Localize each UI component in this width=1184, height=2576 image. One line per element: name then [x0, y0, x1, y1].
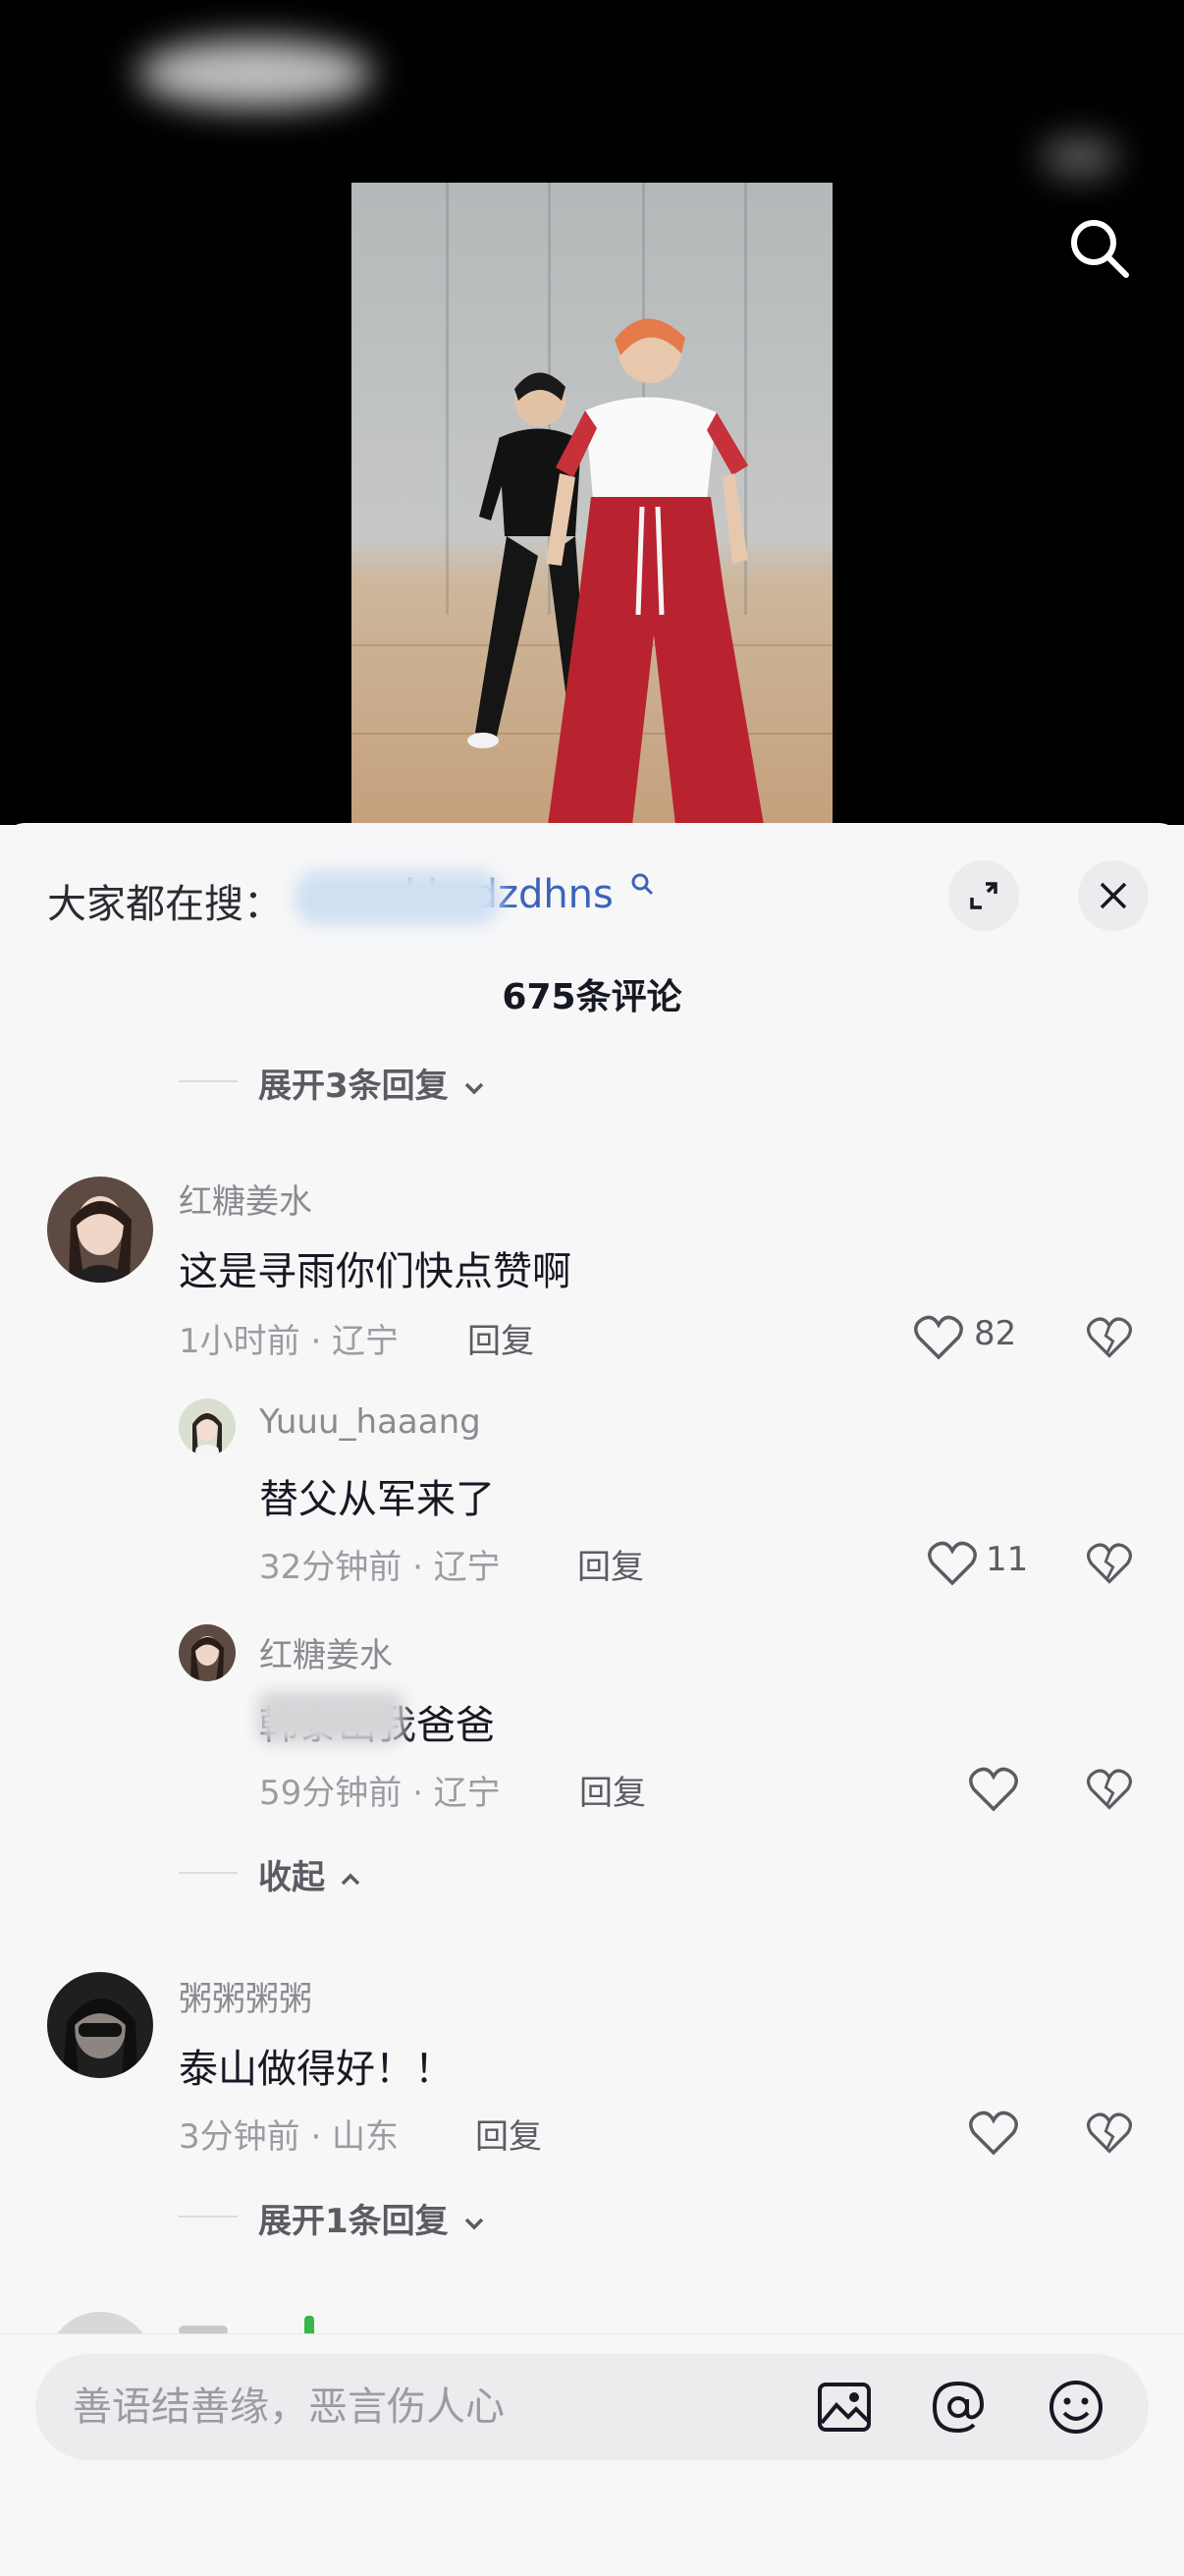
expand-icon: [970, 882, 997, 909]
avatar-image: [47, 1972, 153, 2078]
chevron-down-icon: [464, 2218, 483, 2229]
chevron-down-icon: [464, 1082, 483, 1094]
avatar-image: [179, 1398, 236, 1455]
like-count: 82: [974, 1314, 1017, 1353]
reply-text: 替父从军来了: [259, 1477, 495, 1522]
emoji-icon: [1049, 2381, 1103, 2434]
like-button[interactable]: [968, 2110, 1019, 2161]
comment-input-bar: [0, 2333, 1184, 2576]
comment-sheet: 大家都在搜： kbzdzdhns 675条评论 展开3条回复 红糖姜水 这是寻雨…: [0, 823, 1184, 2575]
comment-username[interactable]: 红糖姜水: [179, 1175, 312, 1223]
heart-icon: [969, 1767, 1018, 1812]
close-button[interactable]: [1078, 860, 1149, 931]
dislike-button[interactable]: [1086, 2110, 1133, 2161]
reply-button[interactable]: 回复: [475, 2110, 542, 2158]
like-count: 11: [986, 1540, 1029, 1579]
heart-icon: [914, 1315, 963, 1360]
comment-text: 泰山做得好！！: [179, 2047, 454, 2092]
avatar[interactable]: [47, 1177, 153, 1283]
reply-meta: 32分钟前 · 辽宁: [259, 1548, 501, 1587]
trending-search-label: 大家都在搜：: [47, 882, 283, 927]
comment-count: 675条评论: [502, 977, 682, 1017]
mention-button[interactable]: [929, 2378, 988, 2440]
collapse-replies-toggle[interactable]: 收起: [258, 1850, 364, 1898]
at-icon: [932, 2381, 985, 2434]
avatar[interactable]: [47, 1972, 153, 2078]
heart-icon: [969, 2110, 1018, 2156]
blurred-overlay: [137, 39, 373, 108]
comment-meta: 3分钟前 · 山东: [179, 2117, 400, 2157]
comment-meta: 1小时前 · 辽宁: [179, 1322, 400, 1361]
emoji-button[interactable]: [1047, 2378, 1105, 2440]
reply-button[interactable]: 回复: [577, 1540, 644, 1588]
chevron-up-icon: [341, 1873, 360, 1885]
divider: [179, 2216, 238, 2218]
search-button[interactable]: [1065, 214, 1134, 283]
avatar-image: [47, 1177, 153, 1283]
blurred-overlay: [1041, 137, 1119, 177]
reply-meta: 59分钟前 · 辽宁: [259, 1774, 501, 1813]
image-icon: [818, 2383, 871, 2432]
broken-heart-icon: [1086, 1317, 1133, 1358]
expand-replies-label: 展开1条回复: [258, 2202, 449, 2241]
divider: [179, 1872, 238, 1874]
broken-heart-icon: [1086, 1543, 1133, 1584]
video-thumbnail: [351, 183, 833, 825]
collapse-replies-label: 收起: [258, 1858, 325, 1897]
reply-username[interactable]: 红糖姜水: [259, 1628, 393, 1676]
like-button[interactable]: [913, 1314, 964, 1365]
dancers-figure: [467, 318, 764, 825]
dislike-button[interactable]: [1086, 1766, 1133, 1817]
dislike-button[interactable]: [1086, 1314, 1133, 1365]
like-button[interactable]: [927, 1540, 978, 1591]
redacted-mosaic: [295, 870, 501, 925]
reply-username[interactable]: Yuuu_haaang: [259, 1402, 481, 1442]
reply-button[interactable]: 回复: [467, 1314, 534, 1362]
search-icon: [1071, 220, 1129, 278]
like-button[interactable]: [968, 1766, 1019, 1817]
trending-search-icon: [631, 873, 653, 896]
avatar[interactable]: [179, 1398, 236, 1455]
video-player[interactable]: [0, 0, 1184, 825]
comment-username[interactable]: 粥粥粥粥: [179, 1972, 312, 2020]
divider: [179, 1080, 238, 1082]
expand-replies-toggle[interactable]: 展开3条回复: [258, 1059, 488, 1107]
heart-icon: [928, 1541, 977, 1586]
close-icon: [1100, 882, 1127, 909]
reply-button[interactable]: 回复: [579, 1766, 646, 1814]
image-button[interactable]: [815, 2378, 874, 2440]
expand-replies-label: 展开3条回复: [258, 1067, 449, 1106]
broken-heart-icon: [1086, 2112, 1133, 2154]
expand-replies-toggle[interactable]: 展开1条回复: [258, 2194, 488, 2242]
comment-input[interactable]: [35, 2354, 781, 2460]
broken-heart-icon: [1086, 1769, 1133, 1810]
comment-text: 这是寻雨你们快点赞啊: [179, 1249, 571, 1294]
expand-button[interactable]: [948, 860, 1019, 931]
avatar[interactable]: [179, 1624, 236, 1681]
redacted-mosaic: [257, 1691, 404, 1744]
dislike-button[interactable]: [1086, 1540, 1133, 1591]
avatar-image: [179, 1624, 236, 1681]
